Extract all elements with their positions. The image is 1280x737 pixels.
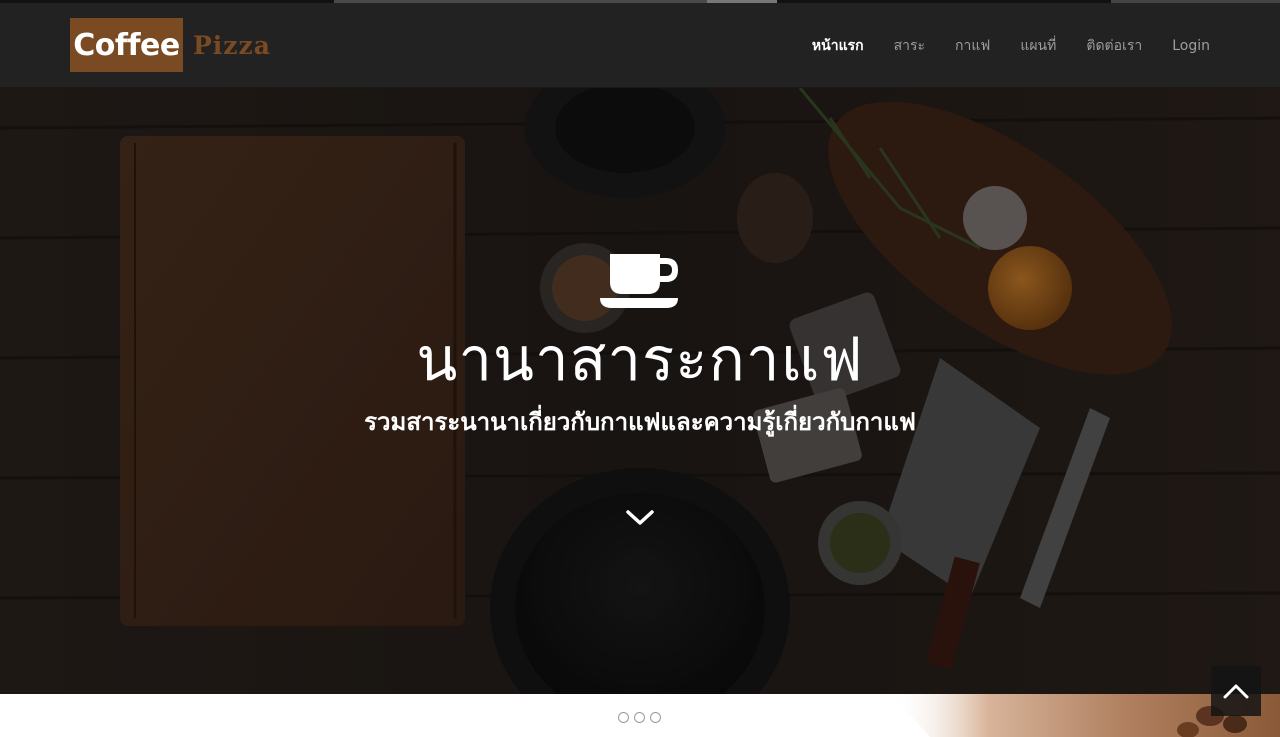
logo-word-coffee: Coffee <box>70 18 183 72</box>
nav-item-home[interactable]: หน้าแรก <box>797 35 879 57</box>
carousel-indicators <box>618 712 661 723</box>
nav-item-map[interactable]: แผนที่ <box>1005 35 1071 57</box>
chevron-down-icon[interactable] <box>624 506 656 528</box>
hero-title: นานาสาระกาแฟ <box>416 325 864 395</box>
coffee-cup-icon <box>600 254 678 308</box>
back-to-top-button[interactable] <box>1211 666 1261 716</box>
carousel-dot-3[interactable] <box>650 712 661 723</box>
nav-item-login[interactable]: Login <box>1157 38 1225 54</box>
nav-item-contact[interactable]: ติดต่อเรา <box>1071 35 1157 57</box>
nav-item-coffee[interactable]: กาแฟ <box>940 35 1005 57</box>
carousel-dot-2[interactable] <box>634 712 645 723</box>
chevron-up-icon <box>1223 684 1249 699</box>
next-section-preview <box>0 694 1280 737</box>
nav-menu: หน้าแรก สาระ กาแฟ แผนที่ ติดต่อเรา Login <box>797 3 1225 88</box>
brand-logo[interactable]: Coffee Pizza <box>70 18 292 72</box>
carousel-dot-1[interactable] <box>618 712 629 723</box>
top-navbar: Coffee Pizza หน้าแรก สาระ กาแฟ แผนที่ ติ… <box>0 3 1280 88</box>
logo-word-pizza: Pizza <box>193 30 271 60</box>
hero-text-block: นานาสาระกาแฟ รวมสาระนานาเกี่ยวกับกาแฟและ… <box>0 248 1280 441</box>
hero-section: นานาสาระกาแฟ รวมสาระนานาเกี่ยวกับกาแฟและ… <box>0 88 1280 694</box>
nav-item-articles[interactable]: สาระ <box>879 35 940 57</box>
hero-subtitle: รวมสาระนานาเกี่ยวกับกาแฟและความรู้เกี่ยว… <box>364 408 916 436</box>
